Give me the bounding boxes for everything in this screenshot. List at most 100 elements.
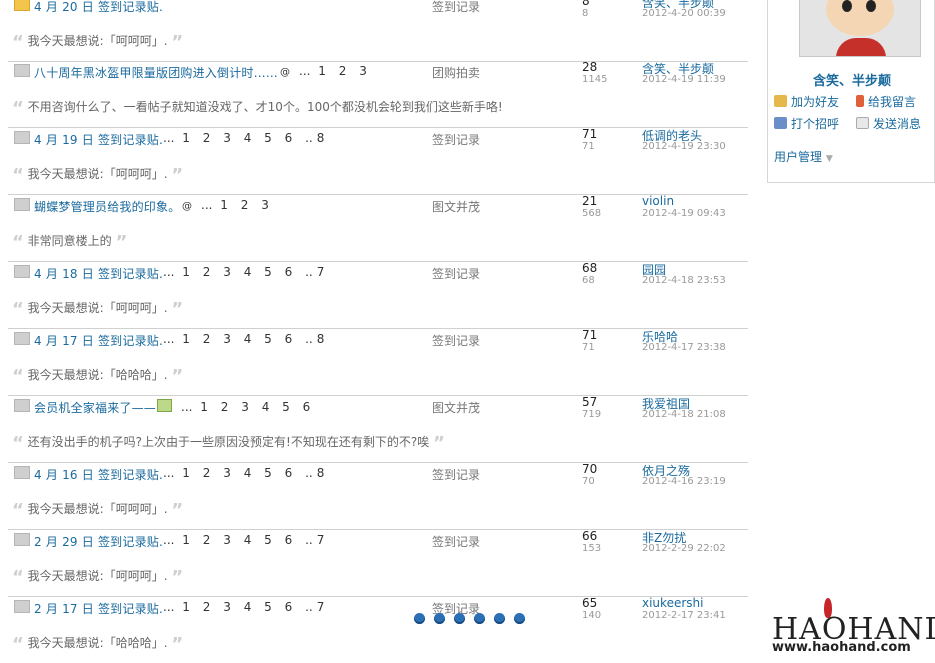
page-link[interactable]: 2 (203, 265, 211, 279)
page-link[interactable]: 7 (317, 600, 325, 614)
thread-category[interactable]: 团购拍卖 (432, 64, 480, 81)
page-link[interactable]: 3 (241, 400, 249, 414)
page-link[interactable]: 2 (203, 466, 211, 480)
quote-text: 非常同意楼上的 (27, 234, 112, 248)
thread-category[interactable]: 图文并茂 (432, 198, 480, 215)
page-link[interactable]: 1 (182, 533, 190, 547)
send-message-label: 发送消息 (873, 117, 922, 131)
page-link[interactable]: 2 (203, 600, 211, 614)
add-friend-link[interactable]: 加为好友 (774, 93, 839, 110)
username[interactable]: 含笑、半步颠 (768, 70, 935, 89)
page-link[interactable]: 2 (203, 533, 211, 547)
page-link[interactable]: 3 (223, 600, 231, 614)
thread-title[interactable]: 4 月 17 日 签到记录贴. (34, 332, 163, 349)
page-link[interactable]: 4 (244, 600, 252, 614)
page-link[interactable]: 5 (264, 131, 272, 145)
thread-category[interactable]: 图文并茂 (432, 399, 480, 416)
page-link[interactable]: 2 (203, 332, 211, 346)
page-link[interactable]: 3 (359, 64, 367, 78)
last-post-date[interactable]: 2012-4-17 23:38 (642, 342, 726, 353)
page-link[interactable]: 4 (244, 265, 252, 279)
page-link[interactable]: 1 (182, 131, 190, 145)
thread-title[interactable]: 蝴蝶梦管理员给我的印象。 (34, 198, 180, 215)
page-link[interactable]: 7 (317, 533, 325, 547)
thread-category[interactable]: 签到记录 (432, 131, 480, 148)
page-link[interactable]: 2 (221, 400, 229, 414)
thread-title[interactable]: 八十周年黑冰盔甲限量版团购进入倒计时…… (34, 64, 278, 81)
page-link[interactable]: 5 (264, 600, 272, 614)
thread-title[interactable]: 4 月 19 日 签到记录贴. (34, 131, 163, 148)
thread-quote: “ 还有没出手的机子吗?上次由于一些原因没预定有!不知现在还有剩下的不?唉 ” (12, 433, 445, 454)
page-link[interactable]: 3 (223, 265, 231, 279)
last-poster[interactable]: xiukeershi (642, 596, 703, 610)
page-link[interactable]: 8 (317, 332, 325, 346)
page-link[interactable]: 5 (264, 332, 272, 346)
quote-text: 我今天最想说:「呵呵呵」. (27, 502, 168, 516)
thread-title[interactable]: 4 月 18 日 签到记录贴. (34, 265, 163, 282)
page-link[interactable]: 5 (264, 533, 272, 547)
page-link[interactable]: 2 (203, 131, 211, 145)
thread-category[interactable]: 签到记录 (432, 332, 480, 349)
send-message-link[interactable]: 发送消息 (856, 115, 921, 132)
page-link[interactable]: 6 (285, 332, 293, 346)
avatar[interactable] (799, 0, 921, 57)
page-link[interactable]: 3 (261, 198, 269, 212)
thread-category[interactable]: 签到记录 (432, 466, 480, 483)
paperclip-icon: @ (182, 201, 192, 212)
last-poster[interactable]: violin (642, 194, 674, 208)
page-link[interactable]: 6 (285, 265, 293, 279)
thread-category[interactable]: 签到记录 (432, 533, 480, 550)
page-link[interactable]: 1 (318, 64, 326, 78)
last-post-date[interactable]: 2012-4-19 11:39 (642, 74, 726, 85)
reply-count: 57 (582, 395, 598, 409)
thread-title[interactable]: 2 月 17 日 签到记录贴. (34, 600, 163, 617)
user-manage-menu[interactable]: 用户管理 ▼ (774, 148, 833, 165)
page-link[interactable]: 4 (244, 332, 252, 346)
page-link[interactable]: 8 (317, 466, 325, 480)
page-link[interactable]: 5 (282, 400, 290, 414)
page-link[interactable]: 1 (200, 400, 208, 414)
page-link[interactable]: 2 (241, 198, 249, 212)
thread-title[interactable]: 4 月 16 日 签到记录贴. (34, 466, 163, 483)
page-link[interactable]: 5 (264, 466, 272, 480)
last-post-date[interactable]: 2012-4-16 23:19 (642, 476, 726, 487)
loading-dot (494, 613, 505, 624)
thread-title[interactable]: 2 月 29 日 签到记录贴. (34, 533, 163, 550)
last-post-date[interactable]: 2012-4-19 23:30 (642, 141, 726, 152)
page-link[interactable]: 3 (223, 131, 231, 145)
page-link[interactable]: 1 (182, 600, 190, 614)
last-post-date[interactable]: 2012-4-18 23:53 (642, 275, 726, 286)
page-link[interactable]: 3 (223, 466, 231, 480)
last-post-date[interactable]: 2012-4-20 00:39 (642, 8, 726, 19)
greet-link[interactable]: 打个招呼 (774, 115, 839, 132)
page-link[interactable]: 3 (223, 533, 231, 547)
page-link[interactable]: 4 (244, 466, 252, 480)
page-link[interactable]: 3 (223, 332, 231, 346)
page-link[interactable]: 6 (285, 600, 293, 614)
folder-icon (14, 399, 30, 412)
leave-message-link[interactable]: 给我留言 (856, 93, 916, 110)
page-link[interactable]: 7 (317, 265, 325, 279)
page-link[interactable]: 1 (182, 332, 190, 346)
page-link[interactable]: 1 (182, 466, 190, 480)
page-link[interactable]: 6 (285, 131, 293, 145)
page-link[interactable]: 4 (244, 131, 252, 145)
thread-category[interactable]: 签到记录 (432, 0, 480, 15)
page-link[interactable]: 5 (264, 265, 272, 279)
page-link[interactable]: 8 (317, 131, 325, 145)
page-link[interactable]: 2 (339, 64, 347, 78)
thread-category[interactable]: 签到记录 (432, 265, 480, 282)
page-link[interactable]: 6 (285, 533, 293, 547)
page-link[interactable]: 4 (244, 533, 252, 547)
page-link[interactable]: 6 (285, 466, 293, 480)
thread-title[interactable]: 4 月 20 日 签到记录贴. (34, 0, 163, 15)
page-link[interactable]: 4 (262, 400, 270, 414)
page-link[interactable]: 1 (220, 198, 228, 212)
last-post-date[interactable]: 2012-4-18 21:08 (642, 409, 726, 420)
thread-title[interactable]: 会员机全家福来了—— (34, 399, 156, 416)
last-post-date[interactable]: 2012-4-19 09:43 (642, 208, 726, 219)
last-post-date[interactable]: 2012-2-17 23:41 (642, 610, 726, 621)
page-link[interactable]: 1 (182, 265, 190, 279)
page-link[interactable]: 6 (303, 400, 311, 414)
last-post-date[interactable]: 2012-2-29 22:02 (642, 543, 726, 554)
